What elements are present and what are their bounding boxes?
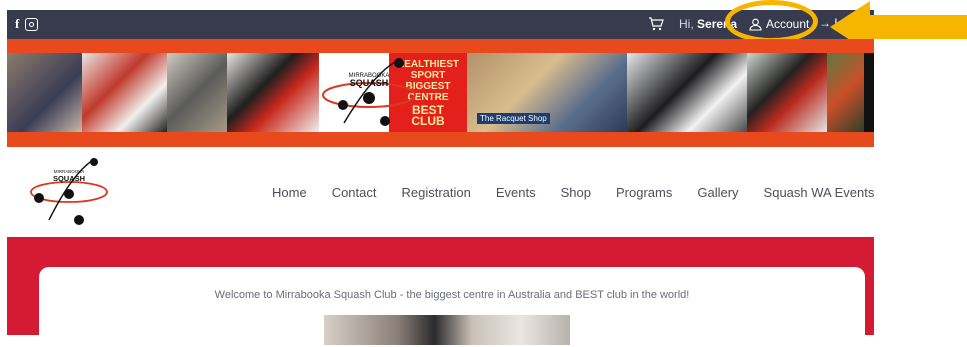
banner-photo: The Racquet Shop <box>467 53 627 132</box>
banner-logo-line2: SQUASH <box>350 78 389 88</box>
nav-events[interactable]: Events <box>496 185 536 200</box>
hero-banner: MIRRABOOKA SQUASH HEALTHIEST SPORT BIGGE… <box>7 39 874 147</box>
banner-photo <box>227 53 319 132</box>
highlight-circle <box>725 0 818 43</box>
banner-photo <box>747 53 827 132</box>
banner-photo <box>167 53 227 132</box>
nav-home[interactable]: Home <box>272 185 307 200</box>
welcome-card: Welcome to Mirrabooka Squash Club - the … <box>39 267 865 347</box>
instagram-icon[interactable] <box>25 17 39 31</box>
banner-photo <box>7 53 82 132</box>
welcome-image <box>324 315 570 345</box>
nav-gallery[interactable]: Gallery <box>697 185 738 200</box>
nav-squash-wa-events[interactable]: Squash WA Events <box>764 185 875 200</box>
social-links: f <box>15 16 39 32</box>
welcome-text: Welcome to Mirrabooka Squash Club - the … <box>214 289 690 301</box>
banner-photo <box>827 53 864 132</box>
nav-registration[interactable]: Registration <box>402 185 471 200</box>
site-logo[interactable]: MIRRABOOKA SQUASH <box>27 154 112 229</box>
main-nav: Home Contact Registration Events Shop Pr… <box>272 185 874 200</box>
facebook-icon[interactable]: f <box>15 16 19 32</box>
banner-photo <box>627 53 747 132</box>
banner-photo <box>82 53 167 132</box>
greeting-prefix: Hi, <box>679 17 694 31</box>
nav-logo-line2: SQUASH <box>53 174 85 183</box>
club-logo-icon: MIRRABOOKA SQUASH <box>322 58 416 126</box>
nav-programs[interactable]: Programs <box>616 185 672 200</box>
banner-photo-strip: MIRRABOOKA SQUASH HEALTHIEST SPORT BIGGE… <box>7 53 874 132</box>
cart-icon[interactable] <box>648 16 664 32</box>
banner-club-logo: MIRRABOOKA SQUASH <box>319 53 416 132</box>
nav-contact[interactable]: Contact <box>332 185 377 200</box>
shop-sign: The Racquet Shop <box>477 113 550 124</box>
nav-shop[interactable]: Shop <box>561 185 591 200</box>
welcome-section: Welcome to Mirrabooka Squash Club - the … <box>7 237 874 347</box>
